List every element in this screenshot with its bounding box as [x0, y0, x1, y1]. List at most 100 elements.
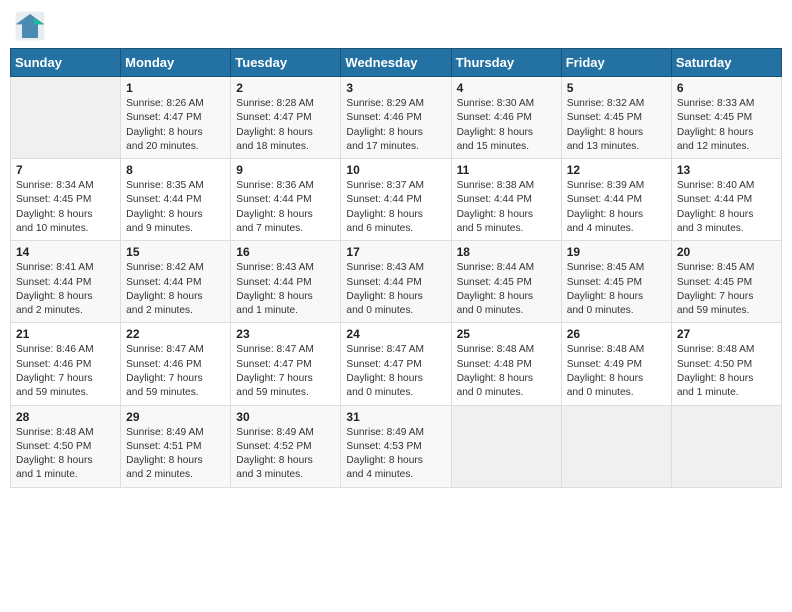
day-info: Sunrise: 8:48 AM Sunset: 4:50 PM Dayligh…: [16, 426, 115, 483]
day-cell: 25 Sunrise: 8:48 AM Sunset: 4:48 PM Dayli…: [451, 323, 561, 405]
header-monday: Monday: [121, 49, 231, 77]
week-row-2: 7Sunrise: 8:34 AM Sunset: 4:45 PM Daylig…: [11, 159, 782, 241]
day-number: 24: [346, 327, 445, 341]
day-cell: 16 Sunrise: 8:43 AM Sunset: 4:44 PM Dayli…: [231, 241, 341, 323]
day-cell: 5Sunrise: 8:32 AM Sunset: 4:45 PM Daylig…: [561, 77, 671, 159]
day-number: 27: [677, 327, 776, 341]
day-number: 6: [677, 81, 776, 95]
day-info: Sunrise: 8:46 AM Sunset: 4:46 PM Dayligh…: [16, 343, 115, 400]
day-info: Sunrise: 8:47 AM Sunset: 4:47 PM Dayligh…: [346, 343, 445, 400]
day-info: Sunrise: 8:28 AM Sunset: 4:47 PM Dayligh…: [236, 97, 335, 154]
day-number: 19: [567, 245, 666, 259]
day-cell: [561, 405, 671, 487]
day-cell: 4 Sunrise: 8:30 AM Sunset: 4:46 PM Daylig…: [451, 77, 561, 159]
day-info: Sunrise: 8:42 AM Sunset: 4:44 PM Dayligh…: [126, 261, 225, 318]
day-cell: [11, 77, 121, 159]
day-info: Sunrise: 8:40 AM Sunset: 4:44 PM Dayligh…: [677, 179, 776, 236]
day-info: Sunrise: 8:49 AM Sunset: 4:52 PM Dayligh…: [236, 426, 335, 483]
day-cell: 24 Sunrise: 8:47 AM Sunset: 4:47 PM Dayli…: [341, 323, 451, 405]
day-number: 15: [126, 245, 225, 259]
day-number: 16: [236, 245, 335, 259]
day-number: 21: [16, 327, 115, 341]
day-cell: 18Sunrise: 8:44 AM Sunset: 4:45 PM Dayli…: [451, 241, 561, 323]
day-info: Sunrise: 8:48 AM Sunset: 4:50 PM Dayligh…: [677, 343, 776, 400]
day-cell: 22Sunrise: 8:47 AM Sunset: 4:46 PM Dayli…: [121, 323, 231, 405]
day-info: Sunrise: 8:49 AM Sunset: 4:53 PM Dayligh…: [346, 426, 445, 483]
day-number: 25: [457, 327, 556, 341]
day-cell: 12Sunrise: 8:39 AM Sunset: 4:44 PM Dayli…: [561, 159, 671, 241]
day-cell: 1 Sunrise: 8:26 AM Sunset: 4:47 PM Daylig…: [121, 77, 231, 159]
day-cell: 13 Sunrise: 8:40 AM Sunset: 4:44 PM Dayli…: [671, 159, 781, 241]
day-info: Sunrise: 8:33 AM Sunset: 4:45 PM Dayligh…: [677, 97, 776, 154]
day-cell: 7Sunrise: 8:34 AM Sunset: 4:45 PM Daylig…: [11, 159, 121, 241]
day-info: Sunrise: 8:47 AM Sunset: 4:46 PM Dayligh…: [126, 343, 225, 400]
day-info: Sunrise: 8:38 AM Sunset: 4:44 PM Dayligh…: [457, 179, 556, 236]
day-cell: 31 Sunrise: 8:49 AM Sunset: 4:53 PM Dayli…: [341, 405, 451, 487]
day-info: Sunrise: 8:43 AM Sunset: 4:44 PM Dayligh…: [236, 261, 335, 318]
day-cell: 11 Sunrise: 8:38 AM Sunset: 4:44 PM Dayli…: [451, 159, 561, 241]
week-row-1: 1 Sunrise: 8:26 AM Sunset: 4:47 PM Daylig…: [11, 77, 782, 159]
day-number: 2: [236, 81, 335, 95]
day-info: Sunrise: 8:36 AM Sunset: 4:44 PM Dayligh…: [236, 179, 335, 236]
day-cell: 17 Sunrise: 8:43 AM Sunset: 4:44 PM Dayli…: [341, 241, 451, 323]
day-cell: 28 Sunrise: 8:48 AM Sunset: 4:50 PM Dayli…: [11, 405, 121, 487]
day-info: Sunrise: 8:30 AM Sunset: 4:46 PM Dayligh…: [457, 97, 556, 154]
day-cell: 3 Sunrise: 8:29 AM Sunset: 4:46 PM Daylig…: [341, 77, 451, 159]
day-number: 29: [126, 410, 225, 424]
day-cell: [671, 405, 781, 487]
logo-icon: [14, 10, 46, 42]
day-info: Sunrise: 8:35 AM Sunset: 4:44 PM Dayligh…: [126, 179, 225, 236]
day-info: Sunrise: 8:47 AM Sunset: 4:47 PM Dayligh…: [236, 343, 335, 400]
calendar-table: SundayMondayTuesdayWednesdayThursdayFrid…: [10, 48, 782, 488]
day-number: 4: [457, 81, 556, 95]
day-number: 28: [16, 410, 115, 424]
day-info: Sunrise: 8:29 AM Sunset: 4:46 PM Dayligh…: [346, 97, 445, 154]
week-row-4: 21 Sunrise: 8:46 AM Sunset: 4:46 PM Dayli…: [11, 323, 782, 405]
day-cell: 8 Sunrise: 8:35 AM Sunset: 4:44 PM Daylig…: [121, 159, 231, 241]
page-header: [10, 10, 782, 42]
day-cell: 14 Sunrise: 8:41 AM Sunset: 4:44 PM Dayli…: [11, 241, 121, 323]
day-cell: 6 Sunrise: 8:33 AM Sunset: 4:45 PM Daylig…: [671, 77, 781, 159]
day-info: Sunrise: 8:45 AM Sunset: 4:45 PM Dayligh…: [677, 261, 776, 318]
day-cell: 29 Sunrise: 8:49 AM Sunset: 4:51 PM Dayli…: [121, 405, 231, 487]
header-row: SundayMondayTuesdayWednesdayThursdayFrid…: [11, 49, 782, 77]
day-cell: 2 Sunrise: 8:28 AM Sunset: 4:47 PM Daylig…: [231, 77, 341, 159]
day-number: 1: [126, 81, 225, 95]
day-info: Sunrise: 8:26 AM Sunset: 4:47 PM Dayligh…: [126, 97, 225, 154]
day-info: Sunrise: 8:37 AM Sunset: 4:44 PM Dayligh…: [346, 179, 445, 236]
day-number: 7: [16, 163, 115, 177]
day-info: Sunrise: 8:49 AM Sunset: 4:51 PM Dayligh…: [126, 426, 225, 483]
day-info: Sunrise: 8:44 AM Sunset: 4:45 PM Dayligh…: [457, 261, 556, 318]
day-number: 20: [677, 245, 776, 259]
day-info: Sunrise: 8:43 AM Sunset: 4:44 PM Dayligh…: [346, 261, 445, 318]
day-cell: 10 Sunrise: 8:37 AM Sunset: 4:44 PM Dayli…: [341, 159, 451, 241]
day-info: Sunrise: 8:48 AM Sunset: 4:49 PM Dayligh…: [567, 343, 666, 400]
week-row-3: 14 Sunrise: 8:41 AM Sunset: 4:44 PM Dayli…: [11, 241, 782, 323]
day-cell: 19 Sunrise: 8:45 AM Sunset: 4:45 PM Dayli…: [561, 241, 671, 323]
header-friday: Friday: [561, 49, 671, 77]
day-info: Sunrise: 8:32 AM Sunset: 4:45 PM Dayligh…: [567, 97, 666, 154]
day-number: 31: [346, 410, 445, 424]
day-info: Sunrise: 8:41 AM Sunset: 4:44 PM Dayligh…: [16, 261, 115, 318]
day-number: 8: [126, 163, 225, 177]
day-number: 13: [677, 163, 776, 177]
day-number: 26: [567, 327, 666, 341]
logo: [14, 10, 50, 42]
day-cell: 20 Sunrise: 8:45 AM Sunset: 4:45 PM Dayli…: [671, 241, 781, 323]
day-number: 11: [457, 163, 556, 177]
header-saturday: Saturday: [671, 49, 781, 77]
header-thursday: Thursday: [451, 49, 561, 77]
day-info: Sunrise: 8:48 AM Sunset: 4:48 PM Dayligh…: [457, 343, 556, 400]
day-cell: 27 Sunrise: 8:48 AM Sunset: 4:50 PM Dayli…: [671, 323, 781, 405]
day-cell: 9 Sunrise: 8:36 AM Sunset: 4:44 PM Daylig…: [231, 159, 341, 241]
day-number: 17: [346, 245, 445, 259]
day-number: 3: [346, 81, 445, 95]
day-number: 14: [16, 245, 115, 259]
day-cell: [451, 405, 561, 487]
day-info: Sunrise: 8:45 AM Sunset: 4:45 PM Dayligh…: [567, 261, 666, 318]
day-number: 9: [236, 163, 335, 177]
day-cell: 21 Sunrise: 8:46 AM Sunset: 4:46 PM Dayli…: [11, 323, 121, 405]
day-info: Sunrise: 8:39 AM Sunset: 4:44 PM Dayligh…: [567, 179, 666, 236]
day-number: 23: [236, 327, 335, 341]
day-number: 10: [346, 163, 445, 177]
